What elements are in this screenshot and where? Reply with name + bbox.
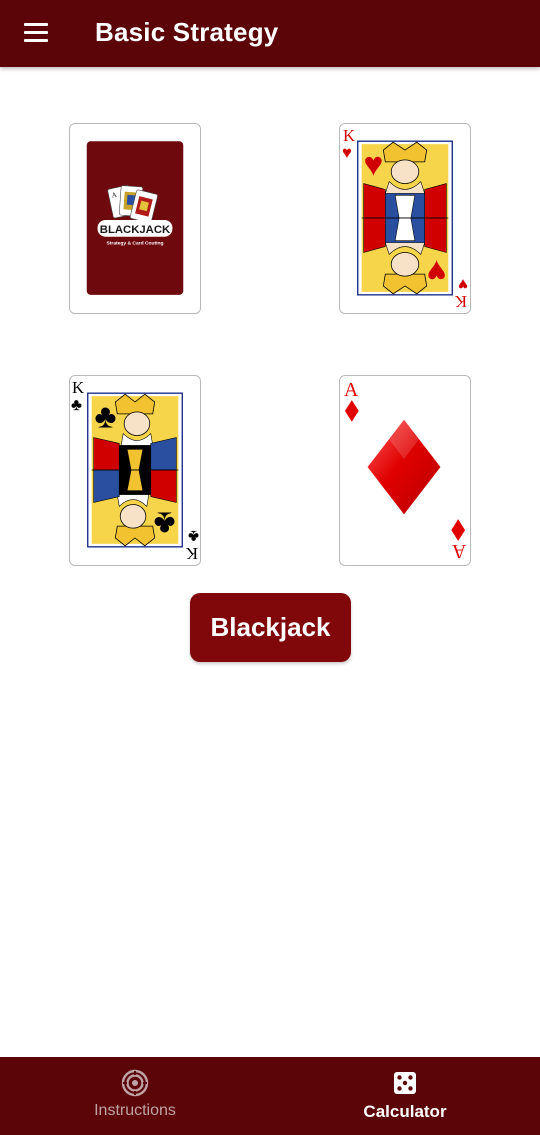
svg-text:A: A [451,540,466,562]
app-screen: Basic Strategy A BLACKJACK Strategy & Ca… [0,0,540,1135]
blackjack-button[interactable]: Blackjack [190,593,351,662]
svg-text:♣: ♣ [188,527,199,546]
app-bar: Basic Strategy [0,0,540,67]
diamond-icon [344,400,359,422]
card-king-of-clubs: K ♣ K ♣ ♣ ♣ [69,375,201,566]
hamburger-menu-icon[interactable] [18,16,54,48]
club-pip-icon: ♣ [94,399,116,436]
heart-pip-icon: ♥ [364,147,384,184]
card-ace-of-diamonds: A A [339,375,471,566]
page-title: Basic Strategy [95,17,279,47]
card-rank: A [344,379,359,401]
card-back-logo-subtitle: Strategy & Card Couting [107,241,164,247]
heart-icon: ♥ [342,143,352,162]
card-back: A BLACKJACK Strategy & Card Couting [69,123,201,314]
nav-item-calculator[interactable]: Calculator [270,1057,540,1135]
target-icon [121,1069,149,1097]
card-back-logo-text: BLACKJACK [100,224,171,236]
nav-label-calculator: Calculator [363,1102,447,1121]
nav-item-instructions[interactable]: Instructions [0,1057,270,1135]
svg-text:♥: ♥ [427,252,447,289]
nav-label-instructions: Instructions [94,1102,176,1119]
card-king-of-hearts: K ♥ K ♥ ♥ ♥ [339,123,471,314]
club-icon: ♣ [71,395,82,414]
dice-icon [394,1072,416,1094]
svg-text:♥: ♥ [458,275,468,294]
bottom-navigation: Instructions Calculator [0,1057,540,1135]
svg-text:♣: ♣ [154,504,176,541]
